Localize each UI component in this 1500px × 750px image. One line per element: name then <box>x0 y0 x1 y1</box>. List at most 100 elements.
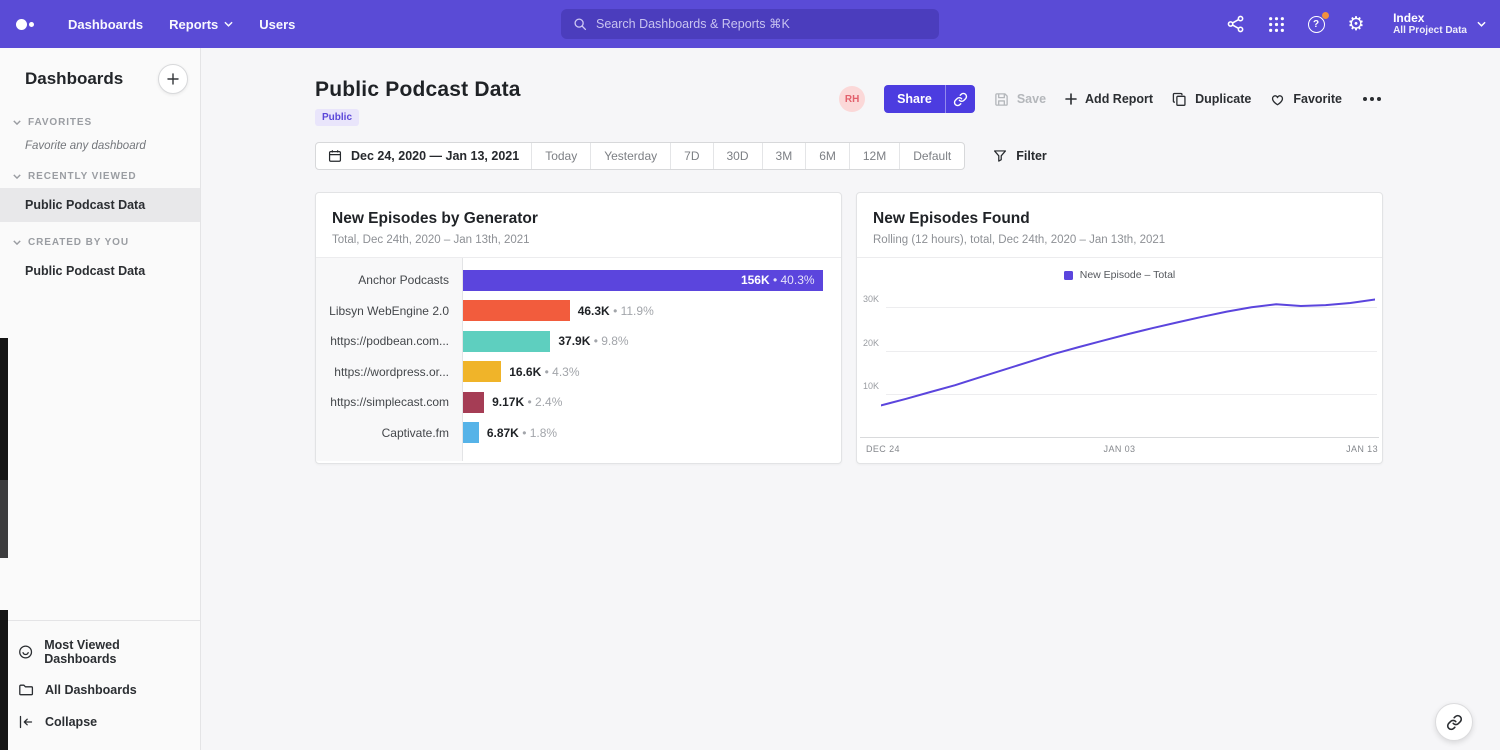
bar-category-label: Libsyn WebEngine 2.0 <box>316 304 463 318</box>
section-label: RECENTLY VIEWED <box>28 171 137 182</box>
nav-label: Reports <box>169 17 218 32</box>
duplicate-button[interactable]: Duplicate <box>1172 92 1251 107</box>
sidebar-item-public-podcast-data[interactable]: Public Podcast Data <box>0 254 200 288</box>
new-dashboard-button[interactable] <box>158 64 188 94</box>
y-axis-tick: 10K <box>863 381 879 391</box>
dashboards-sidebar: Dashboards FAVORITES Favorite any dashbo… <box>0 48 201 750</box>
bar-value-label: 37.9K • 9.8% <box>558 334 628 348</box>
avatar[interactable]: RH <box>839 86 865 112</box>
bar-value-label: 16.6K • 4.3% <box>509 365 579 379</box>
bar-category-label: Captivate.fm <box>316 426 463 440</box>
line-chart-plot[interactable]: 10K 20K 30K <box>860 290 1379 438</box>
horizontal-bar-chart: Anchor Podcasts 156K • 40.3% Libsyn WebE… <box>316 258 841 461</box>
ellipsis-icon <box>1370 97 1374 101</box>
x-axis-tick: DEC 24 <box>866 444 900 454</box>
main-content: Public Podcast Data Public RH Share Save <box>201 48 1500 750</box>
bar-category-label: https://podbean.com... <box>316 334 463 348</box>
chevron-down-icon <box>13 120 21 125</box>
bar-category-label: https://simplecast.com <box>316 395 463 409</box>
copy-link-button[interactable] <box>945 85 975 113</box>
search-input[interactable] <box>596 17 927 31</box>
bar-value-label: 9.17K • 2.4% <box>492 395 562 409</box>
project-switcher[interactable]: Index All Project Data <box>1393 12 1486 36</box>
preset-today[interactable]: Today <box>532 143 591 169</box>
save-button[interactable]: Save <box>994 92 1046 107</box>
help-icon[interactable]: ? <box>1305 13 1327 35</box>
filter-label: Filter <box>1016 149 1047 163</box>
chevron-down-icon <box>1477 21 1486 27</box>
bar-value-label: 6.87K • 1.8% <box>487 426 557 440</box>
chevron-down-icon <box>13 174 21 179</box>
y-axis-tick: 20K <box>863 338 879 348</box>
collapse-sidebar-button[interactable]: Collapse <box>0 706 200 738</box>
bar[interactable] <box>463 300 570 321</box>
nav-label: Dashboards <box>68 17 143 32</box>
sidebar-footer: Most Viewed Dashboards All Dashboards Co… <box>0 620 200 750</box>
bar-row: https://simplecast.com 9.17K • 2.4% <box>316 387 841 418</box>
chevron-down-icon <box>13 240 21 245</box>
bar-row: https://podbean.com... 37.9K • 9.8% <box>316 326 841 357</box>
bar[interactable] <box>463 331 550 352</box>
legend-label: New Episode – Total <box>1080 269 1176 281</box>
nav-item-reports[interactable]: Reports <box>169 17 233 32</box>
sidebar-section-created-by-you[interactable]: CREATED BY YOU <box>0 222 200 254</box>
report-card-new-episodes-by-generator: New Episodes by Generator Total, Dec 24t… <box>315 192 842 464</box>
settings-gear-icon[interactable]: ⚙ <box>1345 13 1367 35</box>
filter-button[interactable]: Filter <box>993 149 1047 163</box>
sidebar-section-recently-viewed[interactable]: RECENTLY VIEWED <box>0 156 200 188</box>
preset-7d[interactable]: 7D <box>671 143 713 169</box>
preset-12m[interactable]: 12M <box>850 143 900 169</box>
desktop-edge-artifact <box>0 610 8 750</box>
question-mark: ? <box>1308 16 1325 33</box>
footer-item-label: All Dashboards <box>45 683 137 697</box>
filter-funnel-icon <box>993 149 1007 163</box>
x-axis: DEC 24 JAN 03 JAN 13 <box>860 444 1379 456</box>
desktop-edge-artifact <box>0 480 8 558</box>
date-range-picker[interactable]: Dec 24, 2020 — Jan 13, 2021 <box>316 143 532 169</box>
all-dashboards-button[interactable]: All Dashboards <box>0 674 200 706</box>
preset-30d[interactable]: 30D <box>714 143 763 169</box>
share-button[interactable]: Share <box>884 85 945 113</box>
floating-copy-link-button[interactable] <box>1435 703 1473 741</box>
bar[interactable] <box>463 422 479 443</box>
bar[interactable]: 156K • 40.3% <box>463 270 823 291</box>
preset-default[interactable]: Default <box>900 143 964 169</box>
sidebar-item-public-podcast-data[interactable]: Public Podcast Data <box>0 188 200 222</box>
search-icon <box>573 17 587 31</box>
bar[interactable] <box>463 392 484 413</box>
duplicate-label: Duplicate <box>1195 92 1251 106</box>
favorite-label: Favorite <box>1293 92 1342 106</box>
top-navbar: Dashboards Reports Users ? ⚙ Index <box>0 0 1500 48</box>
save-label: Save <box>1017 92 1046 106</box>
sidebar-title: Dashboards <box>25 69 123 89</box>
more-options-button[interactable] <box>1361 93 1383 105</box>
x-axis-tick: JAN 03 <box>1104 444 1136 454</box>
footer-item-label: Most Viewed Dashboards <box>44 638 188 666</box>
nav-item-users[interactable]: Users <box>259 17 295 32</box>
preset-3m[interactable]: 3M <box>763 143 807 169</box>
apps-grid-icon[interactable] <box>1265 13 1287 35</box>
mode-logo[interactable] <box>16 14 42 34</box>
section-label: CREATED BY YOU <box>28 237 129 248</box>
preset-yesterday[interactable]: Yesterday <box>591 143 671 169</box>
bar[interactable] <box>463 361 501 382</box>
global-search[interactable] <box>561 9 939 39</box>
share-nodes-icon[interactable] <box>1225 13 1247 35</box>
duplicate-icon <box>1172 92 1187 107</box>
add-report-button[interactable]: Add Report <box>1065 92 1153 106</box>
footer-item-label: Collapse <box>45 715 97 729</box>
save-icon <box>994 92 1009 107</box>
preset-6m[interactable]: 6M <box>806 143 850 169</box>
bar-row: Libsyn WebEngine 2.0 46.3K • 11.9% <box>316 296 841 327</box>
link-icon <box>953 92 968 107</box>
favorite-button[interactable]: Favorite <box>1270 92 1342 107</box>
bar-value-label: 46.3K • 11.9% <box>578 304 654 318</box>
report-card-new-episodes-found: New Episodes Found Rolling (12 hours), t… <box>856 192 1383 464</box>
logo-dot <box>29 22 34 27</box>
chart-title: New Episodes Found <box>873 210 1366 228</box>
nav-item-dashboards[interactable]: Dashboards <box>68 17 143 32</box>
sidebar-section-favorites[interactable]: FAVORITES <box>0 102 200 134</box>
y-axis-tick: 30K <box>863 294 879 304</box>
desktop-edge-artifact <box>0 338 8 480</box>
most-viewed-dashboards-button[interactable]: Most Viewed Dashboards <box>0 630 200 674</box>
